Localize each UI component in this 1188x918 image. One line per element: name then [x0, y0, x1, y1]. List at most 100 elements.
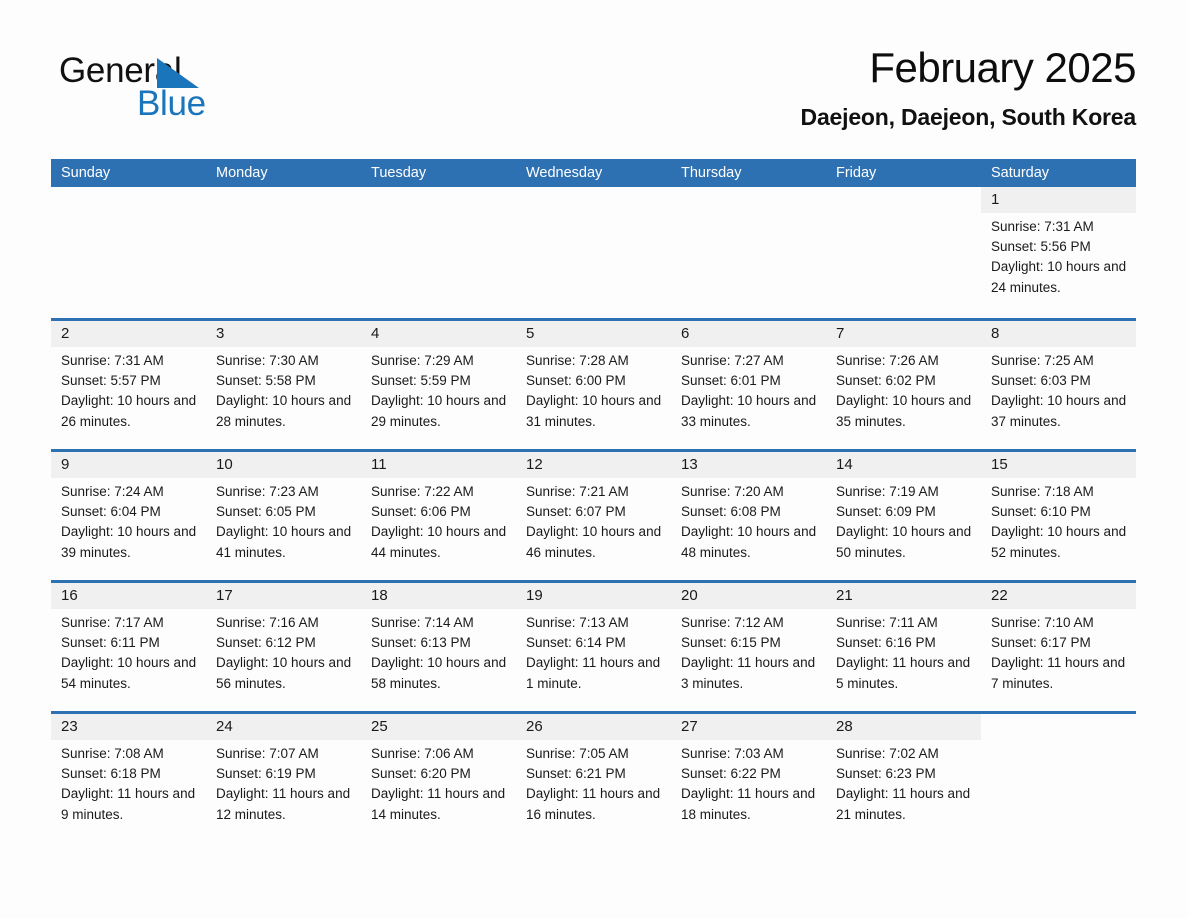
sunrise-text: Sunrise: 7:03 AM	[681, 746, 784, 761]
day-cell[interactable]: 4 Sunrise: 7:29 AM Sunset: 5:59 PM Dayli…	[361, 321, 516, 449]
weekday-header-friday: Friday	[836, 165, 877, 181]
day-cell[interactable]: 14 Sunrise: 7:19 AM Sunset: 6:09 PM Dayl…	[826, 452, 981, 580]
day-cell[interactable]: 22 Sunrise: 7:10 AM Sunset: 6:17 PM Dayl…	[981, 583, 1136, 711]
calendar-page: General Blue February 2025 Daejeon, Daej…	[0, 0, 1188, 918]
day-cell[interactable]: 19 Sunrise: 7:13 AM Sunset: 6:14 PM Dayl…	[516, 583, 671, 711]
daylight-text: Daylight: 11 hours and 7 minutes.	[991, 655, 1126, 691]
day-info: Sunrise: 7:07 AM Sunset: 6:19 PM Dayligh…	[206, 740, 361, 825]
sunrise-text: Sunrise: 7:25 AM	[991, 353, 1094, 368]
day-number: 3	[216, 325, 225, 342]
sunrise-text: Sunrise: 7:02 AM	[836, 746, 939, 761]
day-number: 16	[61, 587, 78, 604]
sunset-text: Sunset: 6:01 PM	[681, 373, 781, 389]
sunrise-text: Sunrise: 7:30 AM	[216, 353, 319, 368]
logo-text-blue: Blue	[137, 84, 206, 123]
day-number: 20	[681, 587, 698, 604]
day-number: 25	[371, 718, 388, 735]
day-number: 8	[991, 325, 1000, 342]
daylight-text: Daylight: 10 hours and 35 minutes.	[836, 393, 972, 429]
sunrise-text: Sunrise: 7:24 AM	[61, 484, 164, 499]
daynum-band	[826, 187, 981, 213]
sunset-text: Sunset: 6:08 PM	[681, 504, 781, 520]
daynum-band: 20	[671, 583, 826, 609]
daynum-band: 23	[51, 714, 206, 740]
week-row: 9 Sunrise: 7:24 AM Sunset: 6:04 PM Dayli…	[51, 449, 1136, 580]
day-number: 12	[526, 456, 543, 473]
day-cell[interactable]: 15 Sunrise: 7:18 AM Sunset: 6:10 PM Dayl…	[981, 452, 1136, 580]
daynum-band: 17	[206, 583, 361, 609]
day-cell[interactable]: 21 Sunrise: 7:11 AM Sunset: 6:16 PM Dayl…	[826, 583, 981, 711]
weekday-header-monday: Monday	[216, 165, 268, 181]
day-number: 19	[526, 587, 543, 604]
sunrise-text: Sunrise: 7:16 AM	[216, 615, 319, 630]
day-cell[interactable]: 9 Sunrise: 7:24 AM Sunset: 6:04 PM Dayli…	[51, 452, 206, 580]
day-cell[interactable]: 2 Sunrise: 7:31 AM Sunset: 5:57 PM Dayli…	[51, 321, 206, 449]
sunrise-text: Sunrise: 7:17 AM	[61, 615, 164, 630]
daylight-text: Daylight: 11 hours and 1 minute.	[526, 655, 661, 691]
daylight-text: Daylight: 10 hours and 26 minutes.	[61, 393, 197, 429]
weekday-header-wednesday: Wednesday	[526, 165, 603, 181]
sunset-text: Sunset: 6:02 PM	[836, 373, 936, 389]
sunset-text: Sunset: 6:12 PM	[216, 635, 316, 651]
daynum-band: 26	[516, 714, 671, 740]
general-blue-logo: General Blue	[59, 52, 319, 126]
day-cell[interactable]: 24 Sunrise: 7:07 AM Sunset: 6:19 PM Dayl…	[206, 714, 361, 842]
page-title: February 2025	[869, 44, 1136, 91]
day-info: Sunrise: 7:30 AM Sunset: 5:58 PM Dayligh…	[206, 347, 361, 432]
day-cell[interactable]: 17 Sunrise: 7:16 AM Sunset: 6:12 PM Dayl…	[206, 583, 361, 711]
daylight-text: Daylight: 10 hours and 54 minutes.	[61, 655, 197, 691]
calendar-table: Sunday Monday Tuesday Wednesday Thursday…	[51, 159, 1136, 842]
sunrise-text: Sunrise: 7:31 AM	[991, 219, 1094, 234]
day-cell[interactable]: 12 Sunrise: 7:21 AM Sunset: 6:07 PM Dayl…	[516, 452, 671, 580]
daylight-text: Daylight: 10 hours and 41 minutes.	[216, 524, 352, 560]
weekday-header-tuesday: Tuesday	[371, 165, 427, 181]
day-cell[interactable]: 20 Sunrise: 7:12 AM Sunset: 6:15 PM Dayl…	[671, 583, 826, 711]
daylight-text: Daylight: 10 hours and 52 minutes.	[991, 524, 1127, 560]
daynum-band: 8	[981, 321, 1136, 347]
daynum-band	[981, 714, 1136, 740]
day-cell[interactable]: 8 Sunrise: 7:25 AM Sunset: 6:03 PM Dayli…	[981, 321, 1136, 449]
day-cell[interactable]: 6 Sunrise: 7:27 AM Sunset: 6:01 PM Dayli…	[671, 321, 826, 449]
sunrise-text: Sunrise: 7:13 AM	[526, 615, 629, 630]
day-number: 14	[836, 456, 853, 473]
day-info: Sunrise: 7:06 AM Sunset: 6:20 PM Dayligh…	[361, 740, 516, 825]
day-info: Sunrise: 7:22 AM Sunset: 6:06 PM Dayligh…	[361, 478, 516, 563]
day-cell-empty	[206, 187, 361, 318]
day-info: Sunrise: 7:31 AM Sunset: 5:57 PM Dayligh…	[51, 347, 206, 432]
daynum-band: 24	[206, 714, 361, 740]
day-info: Sunrise: 7:18 AM Sunset: 6:10 PM Dayligh…	[981, 478, 1136, 563]
day-info: Sunrise: 7:29 AM Sunset: 5:59 PM Dayligh…	[361, 347, 516, 432]
day-cell[interactable]: 23 Sunrise: 7:08 AM Sunset: 6:18 PM Dayl…	[51, 714, 206, 842]
daylight-text: Daylight: 10 hours and 33 minutes.	[681, 393, 817, 429]
daylight-text: Daylight: 11 hours and 21 minutes.	[836, 786, 971, 822]
day-number: 13	[681, 456, 698, 473]
day-info: Sunrise: 7:13 AM Sunset: 6:14 PM Dayligh…	[516, 609, 671, 694]
daynum-band: 6	[671, 321, 826, 347]
day-cell[interactable]: 18 Sunrise: 7:14 AM Sunset: 6:13 PM Dayl…	[361, 583, 516, 711]
day-cell[interactable]: 28 Sunrise: 7:02 AM Sunset: 6:23 PM Dayl…	[826, 714, 981, 842]
day-cell[interactable]: 26 Sunrise: 7:05 AM Sunset: 6:21 PM Dayl…	[516, 714, 671, 842]
day-cell[interactable]: 10 Sunrise: 7:23 AM Sunset: 6:05 PM Dayl…	[206, 452, 361, 580]
daynum-band: 11	[361, 452, 516, 478]
daynum-band: 19	[516, 583, 671, 609]
day-cell[interactable]: 13 Sunrise: 7:20 AM Sunset: 6:08 PM Dayl…	[671, 452, 826, 580]
sunset-text: Sunset: 6:10 PM	[991, 504, 1091, 520]
day-cell[interactable]: 1 Sunrise: 7:31 AM Sunset: 5:56 PM Dayli…	[981, 187, 1136, 318]
day-cell[interactable]: 25 Sunrise: 7:06 AM Sunset: 6:20 PM Dayl…	[361, 714, 516, 842]
sunrise-text: Sunrise: 7:07 AM	[216, 746, 319, 761]
day-cell[interactable]: 16 Sunrise: 7:17 AM Sunset: 6:11 PM Dayl…	[51, 583, 206, 711]
day-cell[interactable]: 5 Sunrise: 7:28 AM Sunset: 6:00 PM Dayli…	[516, 321, 671, 449]
daynum-band: 12	[516, 452, 671, 478]
day-cell[interactable]: 3 Sunrise: 7:30 AM Sunset: 5:58 PM Dayli…	[206, 321, 361, 449]
sunset-text: Sunset: 6:14 PM	[526, 635, 626, 651]
day-cell[interactable]: 7 Sunrise: 7:26 AM Sunset: 6:02 PM Dayli…	[826, 321, 981, 449]
daylight-text: Daylight: 10 hours and 37 minutes.	[991, 393, 1127, 429]
day-number: 15	[991, 456, 1008, 473]
day-number: 22	[991, 587, 1008, 604]
day-cell[interactable]: 11 Sunrise: 7:22 AM Sunset: 6:06 PM Dayl…	[361, 452, 516, 580]
day-cell[interactable]: 27 Sunrise: 7:03 AM Sunset: 6:22 PM Dayl…	[671, 714, 826, 842]
daynum-band: 15	[981, 452, 1136, 478]
day-cell-empty	[671, 187, 826, 318]
day-cell-empty	[826, 187, 981, 318]
day-cell-empty	[516, 187, 671, 318]
